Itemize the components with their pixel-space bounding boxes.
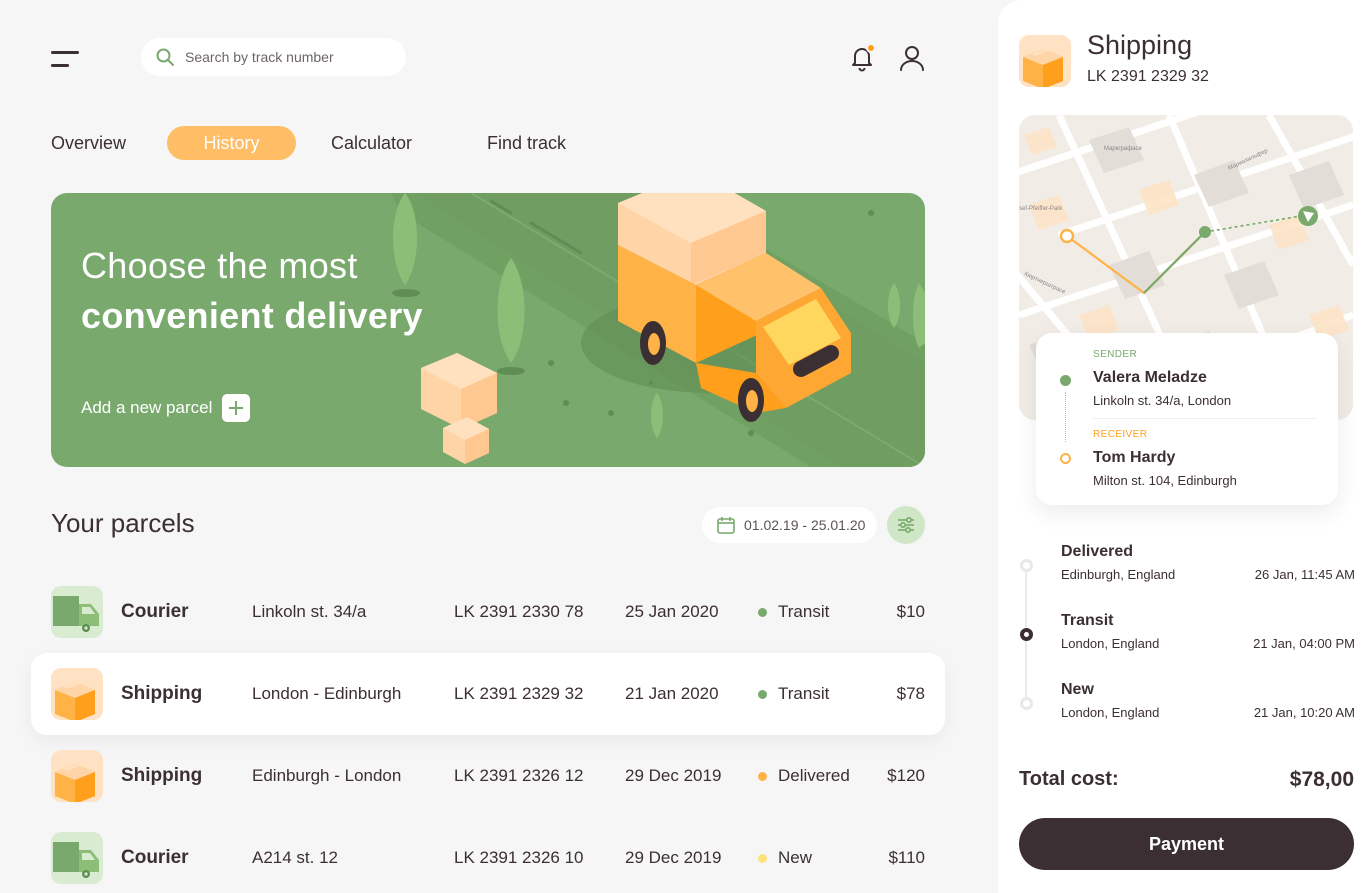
parcel-row[interactable]: Courier A214 st. 12 LK 2391 2326 10 29 D…	[31, 817, 945, 893]
tab-calculator[interactable]: Calculator	[331, 126, 412, 160]
parcel-status-label: Delivered	[778, 766, 850, 785]
parcel-status: Transit	[758, 653, 829, 735]
details-title: Shipping	[1087, 30, 1193, 60]
total-cost-value: $78,00	[1289, 768, 1354, 791]
timeline-item: Delivered Edinburgh, England 26 Jan, 11:…	[1020, 540, 1355, 590]
search-icon	[156, 48, 174, 66]
user-icon[interactable]	[899, 44, 925, 72]
parcel-route: Linkoln st. 34/a	[252, 602, 367, 621]
timeline-location: London, England	[1061, 705, 1160, 720]
parcel-price: $78	[896, 684, 925, 703]
sender-pin-icon	[1060, 375, 1071, 386]
status-dot	[758, 772, 767, 781]
sender-address: Linkoln st. 34/a, London	[1093, 393, 1232, 408]
sliders-icon	[898, 516, 914, 534]
sender-name: Valera Meladze	[1093, 369, 1207, 386]
parcel-status: New	[758, 817, 812, 893]
details-panel: Shipping LK 2391 2329 32 Маркграфасе Мар…	[998, 0, 1363, 893]
timeline-time: 26 Jan, 11:45 AM	[1254, 567, 1355, 582]
timeline-status: New	[1061, 681, 1094, 698]
receiver-address: Milton st. 104, Edinburgh	[1093, 473, 1237, 488]
map-label: Маркграфасе	[1104, 146, 1143, 152]
tab-find-track[interactable]: Find track	[487, 126, 566, 160]
status-dot	[758, 690, 767, 699]
parcel-route: London - Edinburgh	[252, 684, 402, 703]
parcel-date: 29 Dec 2019	[625, 766, 722, 785]
parcel-row[interactable]: Shipping London - Edinburgh LK 2391 2329…	[31, 653, 945, 735]
timeline-marker	[1020, 559, 1033, 572]
total-cost-label: Total cost:	[1019, 768, 1119, 790]
date-range-label: 01.02.19 - 25.01.20	[744, 517, 866, 533]
parcel-type: Courier	[121, 601, 189, 622]
notification-dot	[866, 43, 876, 53]
hero-title-light: Choose the most	[81, 245, 358, 286]
parcel-route: Edinburgh - London	[252, 766, 402, 785]
add-parcel-label: Add a new parcel	[81, 398, 213, 417]
date-range-picker[interactable]: 01.02.19 - 25.01.20	[702, 507, 877, 543]
parcel-track: LK 2391 2330 78	[454, 602, 584, 621]
parcel-status-label: New	[778, 848, 813, 867]
parcel-status: Transit	[758, 571, 829, 653]
parcel-route: A214 st. 12	[252, 848, 339, 867]
parcel-track: LK 2391 2326 10	[454, 848, 584, 867]
route-divider	[1065, 392, 1066, 442]
timeline-location: London, England	[1061, 636, 1160, 651]
parcel-date: 21 Jan 2020	[625, 684, 719, 703]
parcel-status-label: Transit	[778, 602, 830, 621]
details-track-number: LK 2391 2329 32	[1087, 68, 1209, 85]
timeline-item: Transit London, England 21 Jan, 04:00 PM	[1020, 609, 1355, 659]
map-label: sef-Pfeiffer-Park	[1019, 206, 1063, 212]
plus-icon	[222, 394, 251, 422]
parcel-row[interactable]: Shipping Edinburgh - London LK 2391 2326…	[31, 735, 945, 817]
parcel-price: $10	[896, 602, 925, 621]
calendar-icon	[717, 517, 735, 534]
timeline-status: Transit	[1061, 612, 1114, 629]
timeline-time: 21 Jan, 10:20 AM	[1253, 705, 1355, 720]
add-parcel-button[interactable]: Add a new parcel	[81, 394, 251, 422]
filter-button[interactable]	[887, 506, 925, 544]
tab-history[interactable]: History	[167, 126, 296, 160]
parcels-title: Your parcels	[51, 508, 195, 538]
parcel-price: $110	[888, 848, 925, 867]
courier-truck-icon	[51, 586, 103, 638]
timeline-item: New London, England 21 Jan, 10:20 AM	[1020, 678, 1355, 728]
shipping-box-icon	[51, 668, 103, 720]
receiver-name: Tom Hardy	[1093, 449, 1176, 466]
parcel-date: 29 Dec 2019	[625, 848, 722, 867]
search-box[interactable]	[141, 38, 406, 76]
timeline-marker-current	[1020, 628, 1033, 641]
parcel-status-label: Transit	[778, 684, 830, 703]
payment-button[interactable]: Payment	[1019, 818, 1354, 870]
parcel-type: Courier	[121, 847, 189, 868]
timeline-status: Delivered	[1061, 543, 1134, 560]
hero-title-bold: convenient delivery	[81, 295, 423, 336]
hero-title: Choose the most convenient delivery	[81, 241, 423, 341]
parcel-price: $120	[887, 766, 925, 785]
parcel-track: LK 2391 2326 12	[454, 766, 584, 785]
parcel-type: Shipping	[121, 765, 203, 786]
courier-truck-icon	[51, 832, 103, 884]
tab-overview[interactable]: Overview	[51, 126, 126, 160]
sender-label: SENDER	[1093, 349, 1138, 360]
timeline-location: Edinburgh, England	[1061, 567, 1176, 582]
parcel-type: Shipping	[121, 683, 203, 704]
status-dot	[758, 608, 767, 617]
route-card: SENDER Valera Meladze Linkoln st. 34/a, …	[1036, 333, 1338, 505]
parcel-track: LK 2391 2329 32	[454, 684, 584, 703]
parcel-date: 25 Jan 2020	[625, 602, 719, 621]
parcel-status: Delivered	[758, 735, 850, 817]
receiver-label: RECEIVER	[1093, 429, 1148, 440]
hero-banner: Choose the most convenient delivery Add …	[51, 193, 925, 467]
shipping-box-icon	[1019, 35, 1071, 87]
receiver-pin-icon	[1060, 453, 1071, 464]
parcel-row[interactable]: Courier Linkoln st. 34/a LK 2391 2330 78…	[31, 571, 945, 653]
menu-icon[interactable]	[51, 50, 81, 72]
route-card-separator	[1093, 418, 1317, 419]
timeline-marker	[1020, 697, 1033, 710]
timeline-time: 21 Jan, 04:00 PM	[1253, 636, 1355, 651]
search-input[interactable]	[185, 49, 395, 65]
status-dot	[758, 854, 767, 863]
shipping-box-icon	[51, 750, 103, 802]
